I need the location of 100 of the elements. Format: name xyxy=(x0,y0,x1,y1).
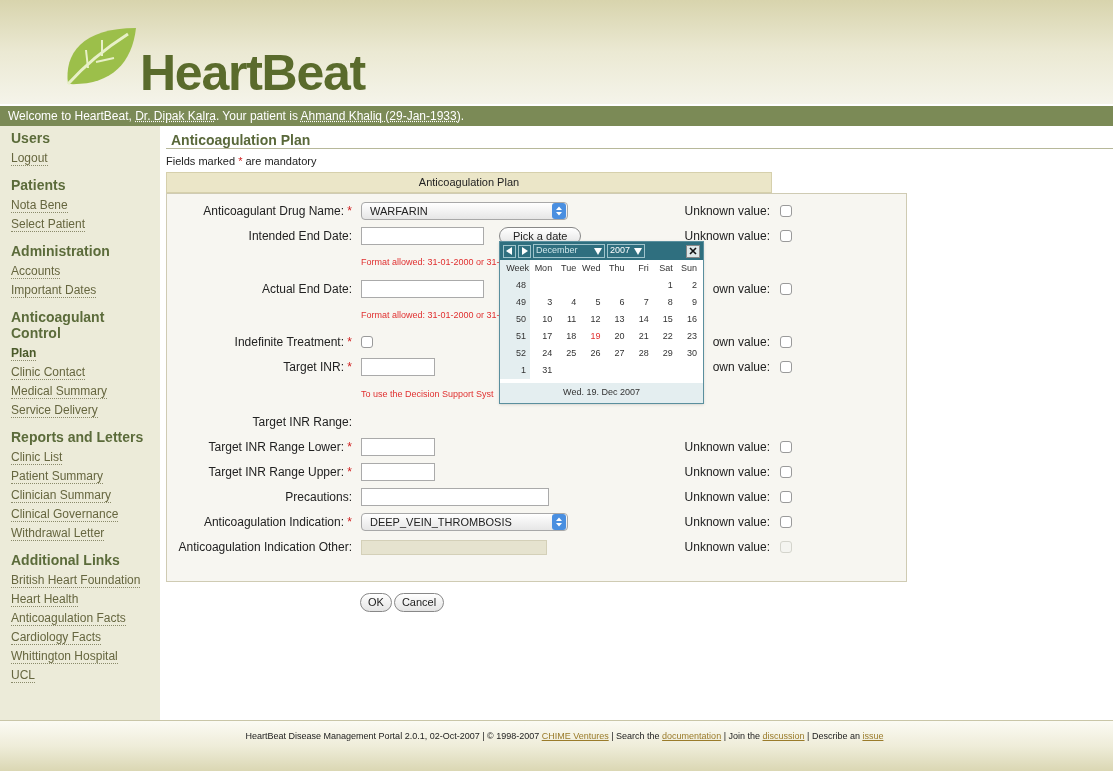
previous-month-button[interactable] xyxy=(503,244,516,258)
calendar-day[interactable]: 8 xyxy=(650,294,675,311)
unknown-value-label: Unknown value: xyxy=(684,489,770,506)
cancel-button[interactable]: Cancel xyxy=(393,592,445,612)
text-field[interactable] xyxy=(361,488,549,506)
weekday-heading: Sat xyxy=(658,261,674,275)
weekday-heading: Week xyxy=(500,260,530,277)
sidebar-link[interactable]: Accounts xyxy=(11,264,61,279)
calendar-day[interactable]: 11 xyxy=(554,311,579,328)
sidebar-link[interactable]: Anticoagulation Facts xyxy=(11,611,126,626)
sidebar-link[interactable]: Cardiology Facts xyxy=(11,630,102,645)
week-number: 1 xyxy=(500,362,530,379)
sidebar-link[interactable]: Clinical Governance xyxy=(11,507,119,522)
calendar-day[interactable]: 9 xyxy=(674,294,699,311)
calendar-day[interactable]: 24 xyxy=(530,345,555,362)
field-label: Intended End Date: xyxy=(248,228,352,245)
sidebar-link[interactable]: Clinician Summary xyxy=(11,488,112,503)
checkbox[interactable] xyxy=(780,491,792,503)
calendar-day[interactable]: 7 xyxy=(626,294,651,311)
number-field[interactable] xyxy=(361,358,435,376)
calendar-day[interactable]: 29 xyxy=(650,345,675,362)
checkbox[interactable] xyxy=(780,283,792,295)
checkbox[interactable] xyxy=(780,205,792,217)
calendar-day[interactable]: 2 xyxy=(674,277,699,294)
checkbox[interactable] xyxy=(780,466,792,478)
checkbox[interactable] xyxy=(780,441,792,453)
field-label: Actual End Date: xyxy=(261,281,352,298)
link[interactable]: Ahmand Khaliq (29-Jan-1933) xyxy=(300,109,461,123)
calendar-day[interactable]: 5 xyxy=(578,294,603,311)
month-dropdown[interactable]: December xyxy=(533,244,605,258)
week-number: 50 xyxy=(500,311,530,328)
number-field[interactable] xyxy=(361,438,435,456)
dropdown[interactable]: DEEP_VEIN_THROMBOSIS xyxy=(361,513,568,531)
checkbox[interactable] xyxy=(780,516,792,528)
checkbox[interactable] xyxy=(361,336,373,348)
date-field[interactable] xyxy=(361,227,484,245)
calendar-day[interactable]: 6 xyxy=(602,294,627,311)
checkbox[interactable] xyxy=(780,336,792,348)
ok-button[interactable]: OK xyxy=(360,592,392,612)
calendar-day[interactable]: 21 xyxy=(626,328,651,345)
calendar-day[interactable]: 26 xyxy=(578,345,603,362)
calendar-day[interactable]: 30 xyxy=(674,345,699,362)
sidebar-link[interactable]: Logout xyxy=(11,151,48,166)
calendar-day[interactable]: 25 xyxy=(554,345,579,362)
year-dropdown[interactable]: 2007 xyxy=(607,244,645,258)
sidebar-link[interactable]: Nota Bene xyxy=(11,198,68,213)
next-month-button[interactable] xyxy=(518,244,531,258)
calendar-day[interactable]: 16 xyxy=(674,311,699,328)
checkbox[interactable] xyxy=(780,230,792,242)
field-label: Anticoagulant Drug Name: * xyxy=(203,203,352,220)
calendar-day[interactable]: 10 xyxy=(530,311,555,328)
calendar-day[interactable]: 28 xyxy=(626,345,651,362)
calendar-day[interactable]: 18 xyxy=(554,328,579,345)
calendar-day[interactable]: 17 xyxy=(530,328,555,345)
date-field[interactable] xyxy=(361,280,484,298)
field-label: Target INR: * xyxy=(283,359,352,376)
sidebar-link[interactable]: Plan xyxy=(11,346,37,361)
welcome-text: Welcome to HeartBeat, Dr. Dipak Kalra. Your patient is Ahmand Khaliq (29-Jan-1933). xyxy=(8,108,465,125)
text-field[interactable] xyxy=(361,539,547,555)
sidebar-link[interactable]: UCL xyxy=(11,668,35,683)
link[interactable]: discussion xyxy=(762,731,805,741)
calendar-day[interactable]: 13 xyxy=(602,311,627,328)
dropdown[interactable]: WARFARIN xyxy=(361,202,568,220)
mandatory-note: Fields marked * are mandatory xyxy=(166,154,318,169)
sidebar-link[interactable]: Medical Summary xyxy=(11,384,108,399)
link[interactable]: Dr. Dipak Kalra xyxy=(135,109,216,123)
sidebar-link[interactable]: Select Patient xyxy=(11,217,86,232)
sidebar-link[interactable]: Clinic List xyxy=(11,450,63,465)
calendar-day[interactable]: 12 xyxy=(578,311,603,328)
calendar-day[interactable]: 14 xyxy=(626,311,651,328)
close-icon xyxy=(689,247,697,255)
calendar-day[interactable]: 23 xyxy=(674,328,699,345)
link[interactable]: CHIME Ventures xyxy=(541,731,609,741)
sidebar-link[interactable]: Patient Summary xyxy=(11,469,104,484)
calendar-day[interactable]: 20 xyxy=(602,328,627,345)
calendar-day[interactable]: 31 xyxy=(530,362,555,379)
sidebar-link[interactable]: Whittington Hospital xyxy=(11,649,118,664)
sidebar-link[interactable]: Service Delivery xyxy=(11,403,98,418)
sidebar-link[interactable]: Important Dates xyxy=(11,283,97,298)
link[interactable]: documentation xyxy=(662,731,722,741)
sidebar-link[interactable]: British Heart Foundation xyxy=(11,573,141,588)
calendar-day[interactable]: 22 xyxy=(650,328,675,345)
sidebar-heading: Administration xyxy=(11,243,111,259)
sidebar-link[interactable]: Withdrawal Letter xyxy=(11,526,105,541)
calendar-day[interactable]: 15 xyxy=(650,311,675,328)
unknown-value-label: Unknown value: xyxy=(684,539,770,556)
close-button[interactable] xyxy=(686,244,700,258)
number-field[interactable] xyxy=(361,463,435,481)
hint-text: To use the Decision Support Syst xyxy=(361,387,494,401)
sidebar-link[interactable]: Heart Health xyxy=(11,592,79,607)
link[interactable]: issue xyxy=(862,731,884,741)
calendar-day[interactable]: 1 xyxy=(650,277,675,294)
checkbox[interactable] xyxy=(780,361,792,373)
calendar-day[interactable]: 3 xyxy=(530,294,555,311)
unknown-value-label: Unknown value: xyxy=(684,228,770,245)
field-label: Precautions: xyxy=(285,489,352,506)
calendar-day[interactable]: 4 xyxy=(554,294,579,311)
sidebar-link[interactable]: Clinic Contact xyxy=(11,365,86,380)
calendar-day[interactable]: 19 xyxy=(578,328,603,345)
calendar-day[interactable]: 27 xyxy=(602,345,627,362)
